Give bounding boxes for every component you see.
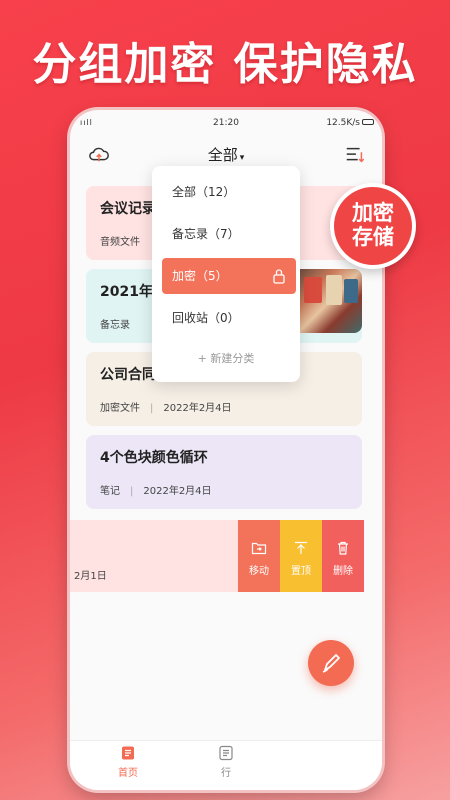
page-title: 全部 (207, 146, 238, 164)
category-dropdown: 全部（12） 备忘录（7） 加密（5） 回收站（0） + 新建分类 (152, 166, 300, 382)
home-note-icon (122, 746, 134, 760)
tab-second-label: 行 (221, 768, 231, 779)
list-icon (219, 745, 233, 761)
meta-divider: | (150, 403, 154, 414)
pin-top-icon (295, 541, 307, 554)
dropdown-item-all[interactable]: 全部（12） (162, 174, 296, 210)
network-speed: 12.5K/s (326, 118, 360, 128)
badge-line-1: 加密 (352, 201, 394, 225)
meta-divider: | (130, 486, 134, 497)
trash-icon (338, 541, 348, 555)
battery-icon (362, 119, 374, 125)
delete-label: 删除 (333, 566, 353, 577)
note-date: 2022年2月4日 (163, 403, 232, 414)
note-date: 2月1日 (74, 571, 107, 582)
swiped-note-row[interactable]: 2月1日 移动 置顶 删除 (70, 520, 364, 592)
note-card[interactable]: 4个色块颜色循环 笔记 | 2022年2月4日 (86, 435, 362, 509)
bottom-nav: 首页 行 (70, 740, 382, 790)
encrypted-storage-badge: 加密 存储 (330, 183, 416, 269)
promo-headline: 分组加密 保护隐私 (32, 39, 418, 90)
move-label: 移动 (249, 566, 269, 577)
folder-move-icon (251, 542, 267, 555)
chevron-down-icon: ▾ (239, 153, 245, 163)
note-category: 备忘录 (100, 320, 130, 331)
pen-icon (322, 654, 340, 673)
dropdown-item-recycle-bin[interactable]: 回收站（0） (162, 300, 296, 336)
tab-home-label: 首页 (118, 768, 138, 779)
tab-second[interactable]: 行 (196, 745, 256, 779)
dropdown-item-encrypted[interactable]: 加密（5） (162, 258, 296, 294)
new-note-fab[interactable] (308, 640, 354, 686)
note-category: 音频文件 (100, 237, 140, 248)
dropdown-item-label: 加密（5） (172, 269, 228, 283)
note-title: 4个色块颜色循环 (100, 450, 208, 466)
swiped-note-content[interactable]: 2月1日 (70, 520, 238, 592)
note-thumbnail-image (298, 269, 362, 333)
pin-top-label: 置顶 (291, 566, 311, 577)
tab-home[interactable]: 首页 (98, 745, 158, 779)
sort-icon[interactable] (344, 144, 366, 166)
new-category-button[interactable]: + 新建分类 (152, 350, 300, 366)
status-bar: ııll 21:20 12.5K/s (70, 110, 382, 132)
note-category: 加密文件 (100, 403, 140, 414)
category-selector[interactable]: 全部 ▾ (70, 144, 382, 165)
dropdown-item-memo[interactable]: 备忘录（7） (162, 216, 296, 252)
pin-top-button[interactable]: 置顶 (280, 520, 322, 592)
lock-icon (273, 269, 285, 284)
note-category: 笔记 (100, 486, 120, 497)
delete-button[interactable]: 删除 (322, 520, 364, 592)
badge-line-2: 存储 (352, 225, 394, 249)
move-button[interactable]: 移动 (238, 520, 280, 592)
note-date: 2022年2月4日 (143, 486, 212, 497)
